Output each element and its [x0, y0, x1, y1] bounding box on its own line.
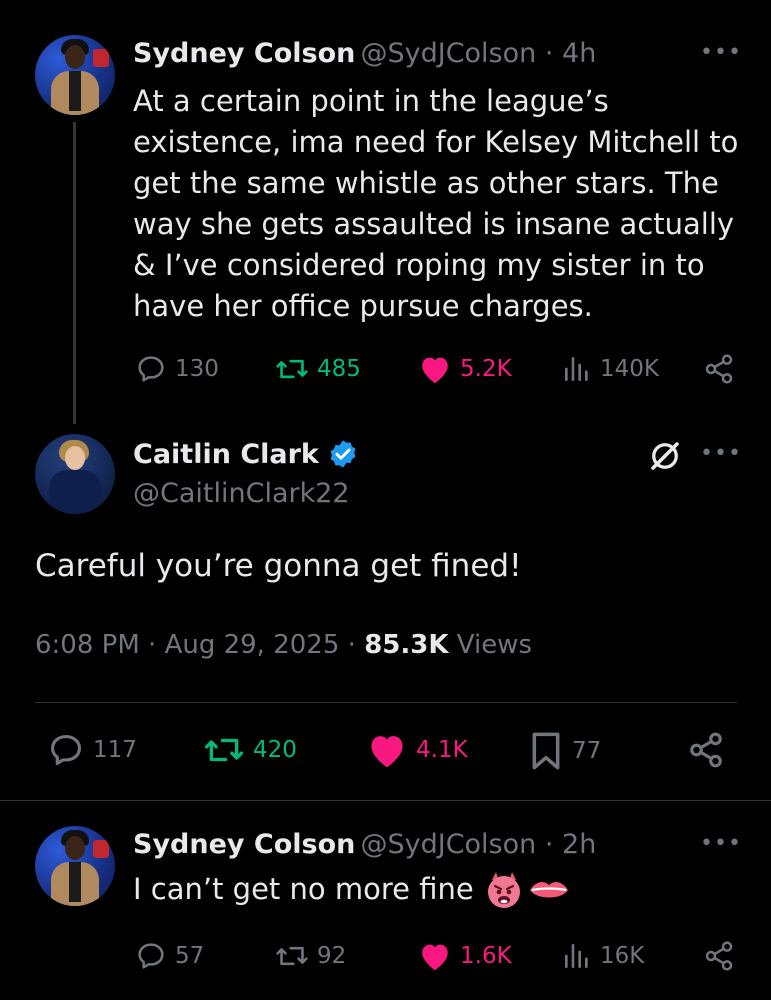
avatar-sydney-colson[interactable] — [35, 826, 115, 906]
reply-button[interactable]: 130 — [135, 353, 219, 385]
repost-count: 92 — [317, 943, 347, 969]
avatar-caitlin-clark[interactable] — [35, 434, 115, 514]
bookmark-count: 77 — [572, 738, 602, 764]
heart-icon — [371, 736, 403, 768]
share-icon — [690, 732, 722, 768]
repost-button[interactable]: 485 — [275, 353, 361, 385]
author-name[interactable]: Sydney Colson — [133, 829, 355, 860]
views-count: 140K — [600, 356, 659, 382]
divider — [0, 800, 771, 801]
views-button[interactable]: 140K — [562, 353, 659, 385]
separator-dot: · — [536, 829, 563, 860]
heart-icon — [422, 357, 448, 384]
tweet-date[interactable]: Aug 29, 2025 — [165, 630, 340, 660]
views-icon — [565, 944, 588, 968]
like-button[interactable]: 1.6K — [418, 940, 512, 972]
heart-icon — [422, 944, 448, 971]
like-count: 5.2K — [460, 356, 512, 382]
tweet3-text: I can’t get no more fine — [133, 872, 474, 906]
author-handle[interactable]: @CaitlinClark22 — [133, 478, 350, 509]
tweet-time[interactable]: 4h — [562, 38, 596, 69]
views-label: Views — [456, 630, 532, 660]
author-name[interactable]: Sydney Colson — [133, 38, 355, 69]
like-button[interactable]: 5.2K — [418, 353, 512, 385]
repost-icon — [204, 738, 244, 762]
share-button[interactable] — [687, 731, 725, 773]
tweet2-name-row: Caitlin Clark — [133, 438, 359, 470]
share-icon — [705, 354, 733, 384]
views-button[interactable]: 16K — [562, 940, 644, 972]
views-count: 16K — [600, 943, 645, 969]
separator-dot: · — [139, 630, 165, 660]
like-count: 1.6K — [460, 943, 512, 969]
separator-dot: · — [339, 630, 365, 660]
avatar-sydney-colson[interactable] — [35, 35, 115, 115]
share-icon — [705, 941, 733, 971]
reply-icon — [138, 943, 164, 969]
tweet2-text: Careful you’re gonna get fined! — [35, 548, 522, 584]
tweet-time[interactable]: 6:08 PM — [35, 630, 140, 660]
share-button[interactable] — [703, 353, 735, 389]
devil-emoji-icon — [487, 871, 520, 908]
reply-count: 57 — [175, 943, 205, 969]
tweet1-text: At a certain point in the league’s exist… — [133, 84, 739, 323]
grok-button[interactable] — [647, 438, 683, 478]
verified-badge-icon — [330, 440, 356, 468]
reply-count: 117 — [93, 737, 137, 763]
more-icon[interactable]: ••• — [700, 831, 742, 856]
reply-button[interactable]: 57 — [135, 940, 204, 972]
reply-count: 130 — [175, 356, 219, 382]
repost-button[interactable]: 420 — [203, 731, 297, 769]
views-count: 85.3K — [364, 630, 449, 660]
reply-icon — [50, 734, 82, 766]
tweet-time[interactable]: 2h — [562, 829, 596, 860]
lips-emoji-icon — [529, 881, 568, 897]
grok-icon — [651, 442, 679, 470]
more-icon[interactable]: ••• — [700, 441, 742, 466]
share-button[interactable] — [703, 940, 735, 976]
divider — [35, 702, 737, 703]
repost-count: 420 — [253, 737, 297, 763]
tweet1-header: Sydney Colson @SydJColson · 4h — [133, 38, 596, 69]
thread-connector-line — [73, 122, 76, 424]
author-handle[interactable]: @SydJColson — [360, 38, 536, 69]
like-button[interactable]: 4.1K — [366, 731, 468, 769]
repost-icon — [276, 946, 308, 966]
repost-icon — [276, 359, 308, 379]
bookmark-icon — [532, 732, 560, 770]
more-icon[interactable]: ••• — [700, 40, 742, 65]
bookmark-button[interactable]: 77 — [528, 731, 601, 771]
separator-dot: · — [536, 38, 563, 69]
tweet3-text-row: I can’t get no more fine — [133, 869, 570, 910]
reply-button[interactable]: 117 — [47, 731, 137, 769]
reply-icon — [138, 356, 164, 382]
author-handle[interactable]: @SydJColson — [360, 829, 536, 860]
like-count: 4.1K — [416, 737, 468, 763]
author-name[interactable]: Caitlin Clark — [133, 439, 319, 470]
tweet2-meta: 6:08 PM · Aug 29, 2025 · 85.3K Views — [35, 630, 532, 660]
views-icon — [565, 357, 588, 381]
tweet3-header: Sydney Colson @SydJColson · 2h — [133, 829, 596, 860]
repost-count: 485 — [317, 356, 361, 382]
repost-button[interactable]: 92 — [275, 940, 346, 972]
